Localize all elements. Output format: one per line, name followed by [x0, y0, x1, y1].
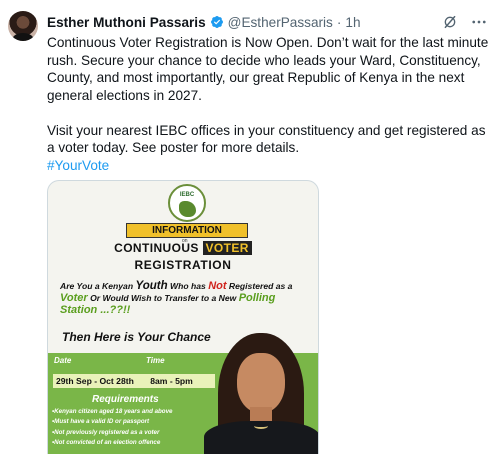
q-part-3: Registered as a: [226, 281, 293, 291]
avatar[interactable]: [8, 11, 38, 41]
continuous-voter-heading: CONTINUOUS VOTER: [48, 241, 318, 255]
tweet-paragraph-1: Continuous Voter Registration is Now Ope…: [47, 35, 489, 103]
poster-image[interactable]: IEBC INFORMATION on CONTINUOUS VOTER REG…: [47, 180, 319, 454]
date-time-strip: 29th Sep - Oct 28th 8am - 5pm: [53, 374, 215, 388]
tweet-paragraph-2: Visit your nearest IEBC offices in your …: [47, 122, 486, 156]
requirements-title: Requirements: [92, 394, 159, 405]
time-header: Time: [146, 356, 165, 365]
registration-heading: REGISTRATION: [134, 258, 232, 272]
voter-word: VOTER: [202, 241, 252, 255]
tweet-text: Continuous Voter Registration is Now Ope…: [47, 34, 495, 174]
logo-text: IEBC: [179, 192, 195, 198]
iebc-logo: IEBC: [168, 184, 206, 222]
q-not: Not: [208, 280, 227, 292]
requirements-list: Kenyan citizen aged 18 years and above M…: [52, 407, 222, 448]
date-header: Date: [54, 356, 72, 365]
hashtag-link[interactable]: #YourVote: [47, 157, 495, 175]
grok-icon[interactable]: [442, 14, 458, 30]
time-range: 8am - 5pm: [150, 376, 193, 386]
portrait-necklace: [254, 423, 268, 429]
requirement-item: Kenyan citizen aged 18 years and above: [52, 407, 222, 417]
q-part-2: Who has: [167, 281, 209, 291]
q-part-1: Are You a Kenyan: [60, 281, 136, 291]
tweet: Esther Muthoni Passaris @EstherPassaris …: [0, 0, 500, 454]
verified-badge-icon: [210, 16, 223, 28]
q-youth: Youth: [135, 280, 168, 292]
avatar-shoulders: [12, 33, 34, 41]
requirement-item: Must have a valid ID or passport: [52, 417, 222, 427]
kenya-map-icon: [179, 201, 196, 217]
poster-question: Are You a Kenyan Youth Who has Not Regis…: [60, 280, 314, 316]
portrait-photo: [204, 333, 318, 454]
separator-dot: ·: [336, 14, 342, 30]
q-part-4: Or Would Wish to Transfer to a New: [87, 293, 239, 303]
tweet-header: Esther Muthoni Passaris @EstherPassaris …: [47, 13, 490, 31]
tweet-timestamp[interactable]: 1h: [345, 15, 360, 30]
author-name[interactable]: Esther Muthoni Passaris: [47, 15, 206, 30]
information-banner: INFORMATION: [126, 223, 248, 238]
more-options-icon[interactable]: [470, 13, 488, 31]
requirement-item: Not convicted of an election offence: [52, 438, 222, 448]
date-range: 29th Sep - Oct 28th: [56, 376, 134, 386]
requirement-item: Not previously registered as a voter: [52, 428, 222, 438]
chance-text: Then Here is Your Chance: [62, 330, 211, 344]
portrait-face: [237, 353, 285, 413]
author-handle[interactable]: @EstherPassaris: [228, 15, 333, 30]
q-voter: Voter: [60, 292, 88, 304]
continuous-word: CONTINUOUS: [114, 241, 199, 255]
